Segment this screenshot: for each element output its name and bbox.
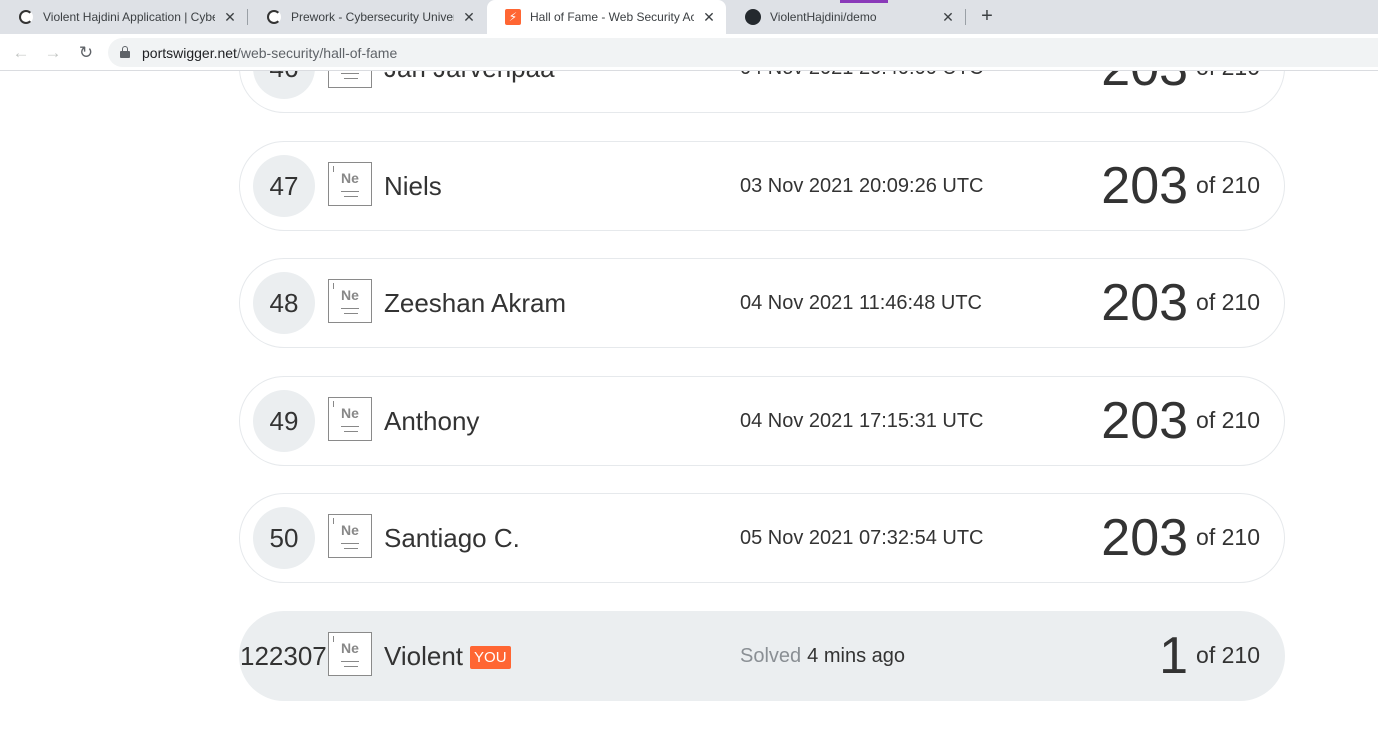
close-icon[interactable]: ✕ [702, 10, 716, 24]
solved-status: Solved 4 mins ago [740, 612, 905, 700]
leaderboard-row: 46 Ne Jari Järvenpää 04 Nov 2021 20:40:0… [239, 71, 1285, 113]
address-bar: ← → ↻ portswigger.net/web-security/hall-… [0, 34, 1378, 71]
avatar-symbol: Ne [341, 170, 359, 186]
score-total: of 210 [1196, 523, 1260, 550]
score: 203 of 210 [1101, 71, 1260, 112]
rank-badge: 48 [253, 272, 315, 334]
score: 203 of 210 [1101, 494, 1260, 582]
lock-icon [120, 46, 130, 58]
score-total: of 210 [1196, 641, 1260, 668]
score-value: 203 [1101, 157, 1189, 215]
score-total: of 210 [1196, 71, 1260, 81]
score-total: of 210 [1196, 406, 1260, 433]
tab-prework[interactable]: Prework - Cybersecurity University ✕ [248, 0, 486, 34]
solved-label: Solved [740, 644, 802, 667]
avatar: Ne [328, 397, 372, 441]
tab-separator [965, 9, 966, 25]
leaderboard-row: 47 Ne Niels 03 Nov 2021 20:09:26 UTC 203… [239, 141, 1285, 231]
score: 203 of 210 [1101, 142, 1260, 230]
tab-violent-application[interactable]: Violent Hajdini Application | Cyber ✕ [0, 0, 247, 34]
url-host: portswigger.net [142, 45, 237, 61]
score-total: of 210 [1196, 288, 1260, 315]
score: 1 of 210 [1159, 612, 1260, 700]
player-name: Niels [384, 170, 442, 201]
player-name-text: Violent [384, 640, 464, 671]
rank-badge: 46 [253, 71, 315, 99]
score-value: 203 [1101, 274, 1189, 332]
player-name: Zeeshan Akram [384, 287, 567, 318]
tab-title: Violent Hajdini Application | Cyber [43, 10, 215, 24]
hall-of-fame-list: 46 Ne Jari Järvenpää 04 Nov 2021 20:40:0… [0, 71, 1378, 739]
close-icon[interactable]: ✕ [462, 10, 476, 24]
tab-title: Prework - Cybersecurity University [291, 10, 454, 24]
rank-badge: 49 [253, 390, 315, 452]
tab-hall-of-fame[interactable]: ⚡ Hall of Fame - Web Security Academy ✕ [487, 0, 726, 34]
rank-badge: 122307 [240, 640, 327, 671]
avatar: Ne [328, 279, 372, 323]
completion-date: 04 Nov 2021 20:40:00 UTC [740, 71, 984, 112]
rank-badge: 47 [253, 155, 315, 217]
player-name: Anthony [384, 405, 480, 436]
codepath-icon [266, 9, 282, 25]
avatar: Ne [328, 514, 372, 558]
solved-time: 4 mins ago [807, 644, 905, 667]
rank-badge: 50 [253, 507, 315, 569]
avatar-symbol: Ne [341, 287, 359, 303]
new-tab-button[interactable]: + [976, 5, 998, 27]
completion-date: 04 Nov 2021 17:15:31 UTC [740, 409, 984, 432]
codepath-icon [18, 9, 34, 25]
avatar-symbol: Ne [341, 640, 359, 656]
tab-bar: Violent Hajdini Application | Cyber ✕ Pr… [0, 0, 1378, 34]
reload-icon[interactable]: ↻ [75, 42, 97, 64]
leaderboard-row: 48 Ne Zeeshan Akram 04 Nov 2021 11:46:48… [239, 258, 1285, 348]
score-value: 203 [1101, 71, 1188, 94]
score: 203 of 210 [1101, 377, 1260, 465]
completion-date: 03 Nov 2021 20:09:26 UTC [740, 174, 984, 197]
tab-title: ViolentHajdini/demo [770, 10, 877, 24]
score: 203 of 210 [1101, 259, 1260, 347]
completion-date: 05 Nov 2021 07:32:54 UTC [740, 526, 984, 549]
score-value: 203 [1101, 509, 1189, 567]
forward-arrow-icon[interactable]: → [42, 42, 64, 64]
tab-title: Hall of Fame - Web Security Academy [530, 10, 694, 24]
close-icon[interactable]: ✕ [223, 10, 237, 24]
completion-date: 04 Nov 2021 11:46:48 UTC [740, 291, 983, 314]
url-path: /web-security/hall-of-fame [236, 45, 398, 61]
player-name: Violent YOU [384, 612, 511, 700]
leaderboard-row: 50 Ne Santiago C. 05 Nov 2021 07:32:54 U… [239, 493, 1285, 583]
avatar: Ne [328, 71, 372, 88]
score-value: 203 [1101, 392, 1189, 450]
leaderboard-row: 49 Ne Anthony 04 Nov 2021 17:15:31 UTC 2… [239, 376, 1285, 466]
current-user-row: 122307 Ne Violent YOU Solved 4 mins ago … [239, 611, 1285, 701]
you-badge: YOU [470, 645, 511, 669]
avatar-symbol: Ne [341, 522, 359, 538]
tab-github-demo[interactable]: ViolentHajdini/demo ✕ [727, 0, 965, 34]
portswigger-icon: ⚡ [505, 9, 521, 25]
back-arrow-icon[interactable]: ← [10, 42, 32, 64]
score-value: 1 [1159, 627, 1189, 685]
url-text: portswigger.net/web-security/hall-of-fam… [142, 45, 397, 61]
player-name: Jari Järvenpää [384, 71, 555, 112]
github-icon [745, 9, 761, 25]
close-icon[interactable]: ✕ [941, 10, 955, 24]
avatar-symbol: Ne [341, 405, 359, 421]
score-total: of 210 [1196, 171, 1260, 198]
avatar: Ne [328, 632, 372, 676]
player-name: Santiago C. [384, 522, 520, 553]
url-field[interactable]: portswigger.net/web-security/hall-of-fam… [108, 38, 1378, 67]
avatar: Ne [328, 162, 372, 206]
